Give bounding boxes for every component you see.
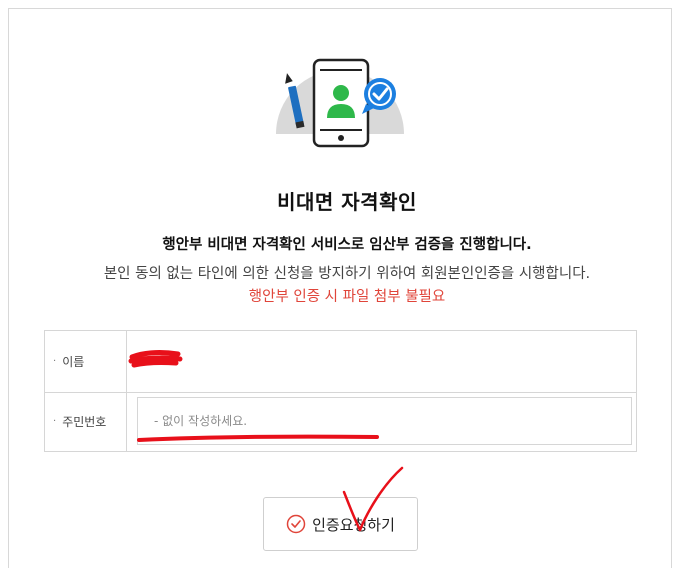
underline-annotation [137, 434, 379, 442]
name-row: · 이름 [45, 331, 636, 393]
page-description: 본인 동의 없는 타인에 의한 신청을 방지하기 위하여 회원본인인증을 시행합… [103, 266, 591, 282]
page-subtitle: 행안부 비대면 자격확인 서비스로 임산부 검증을 진행합니다. [162, 237, 532, 253]
page-title: 비대면 자격확인 [277, 190, 417, 214]
phone-verification-illustration [276, 58, 404, 148]
name-label: 이름 [62, 355, 85, 369]
verify-request-label: 인증요청하기 [312, 515, 395, 534]
rrn-label-cell: · 주민번호 [45, 392, 127, 451]
verify-request-button[interactable]: 인증요청하기 [263, 497, 418, 551]
check-circle-icon [286, 514, 306, 534]
bullet-icon: · [53, 356, 57, 367]
name-label-cell: · 이름 [45, 331, 127, 392]
name-redaction-scribble [128, 350, 183, 368]
bullet-icon: · [53, 416, 57, 427]
rrn-label: 주민번호 [62, 415, 107, 429]
attachment-notice: 행안부 인증 시 파일 첨부 불필요 [248, 289, 446, 305]
